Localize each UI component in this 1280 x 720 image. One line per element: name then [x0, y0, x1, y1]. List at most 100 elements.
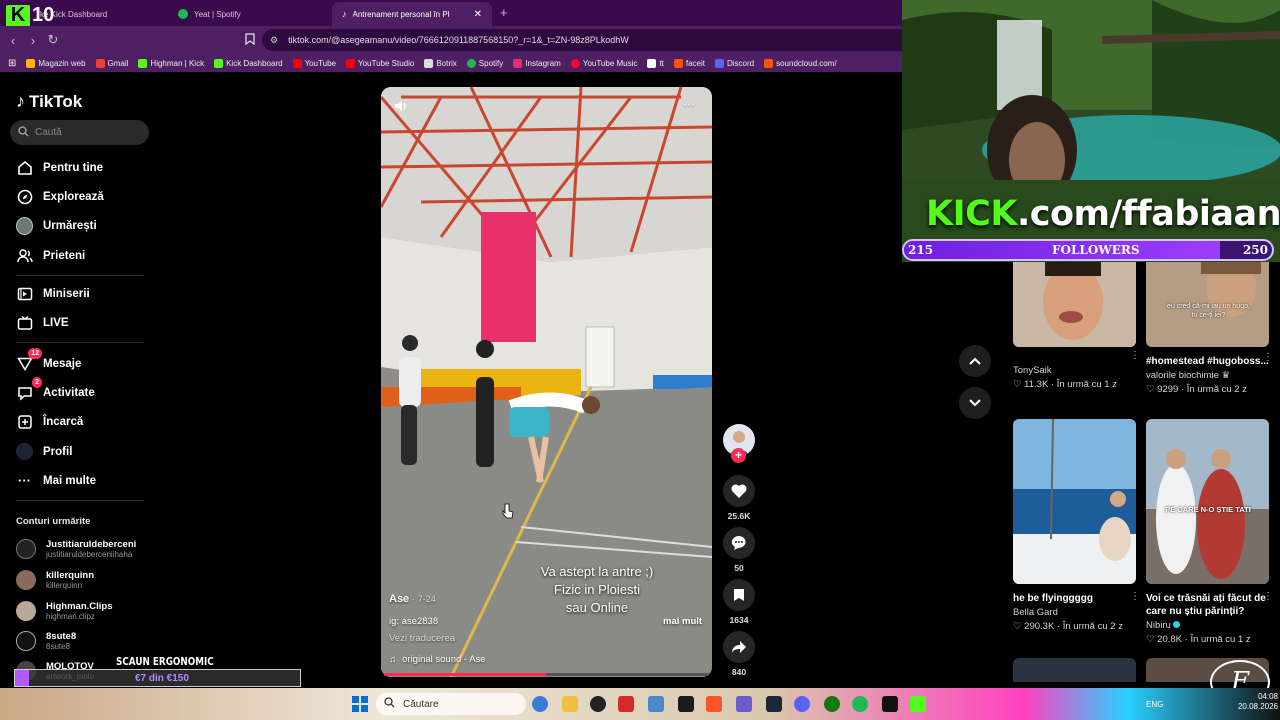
taskbar-search[interactable]: Căutare [376, 693, 526, 715]
back-icon[interactable]: ‹ [3, 33, 23, 48]
language-indicator[interactable]: ENG [1146, 700, 1163, 709]
windows-start-icon[interactable] [352, 696, 368, 712]
bookmark-icon[interactable] [240, 32, 260, 48]
search-input[interactable]: Caută [10, 120, 149, 145]
app-icon[interactable] [648, 696, 664, 712]
steam-icon[interactable] [766, 696, 782, 712]
nav-activity[interactable]: 2 Activitate [16, 377, 95, 401]
following-account[interactable]: killerquinn killerquinn [16, 570, 94, 590]
new-tab-button[interactable]: + [500, 5, 508, 20]
nav-upload[interactable]: Încarcă [16, 413, 83, 430]
app-icon[interactable] [618, 696, 634, 712]
video-thumbnail[interactable] [1013, 262, 1136, 347]
app-icon[interactable] [910, 696, 926, 712]
file-explorer-icon[interactable] [562, 696, 578, 712]
related-video-card[interactable]: PE CARE N-O ȘTIE TATI Voi ce trăsnăi ați… [1146, 419, 1273, 645]
address-bar[interactable]: ⚙ tiktok.com/@asegeamanu/video/766612091… [262, 29, 902, 51]
nav-explore[interactable]: Explorează [16, 188, 104, 205]
related-title[interactable]: Voi ce trăsnăi ați făcut de care nu știu… [1146, 592, 1269, 618]
nav-friends[interactable]: Prieteni [16, 247, 85, 264]
heart-outline-icon: ♡ [1013, 379, 1022, 390]
nav-following[interactable]: Urmărești [16, 216, 97, 235]
bookmark-item[interactable]: tt [647, 58, 664, 68]
next-video-button[interactable] [959, 387, 991, 419]
related-thumbnail-partial[interactable] [1013, 658, 1136, 682]
app-icon[interactable] [736, 696, 752, 712]
spotify-icon[interactable] [852, 696, 868, 712]
brave-browser-icon[interactable] [706, 696, 722, 712]
bookmark-item[interactable]: Botrix [424, 58, 457, 68]
nav-for-you[interactable]: Pentru tine [16, 159, 103, 176]
reload-icon[interactable]: ↻ [43, 32, 63, 48]
related-author[interactable]: valorile biochimie ♛ [1146, 370, 1269, 381]
apps-grid-icon[interactable]: ⊞ [8, 58, 16, 69]
related-more-icon[interactable]: ⋮ [1263, 352, 1273, 363]
nav-profile[interactable]: Profil [16, 443, 72, 460]
related-author[interactable]: TonySaik [1013, 365, 1136, 376]
nav-live[interactable]: LIVE [16, 314, 69, 331]
bookmark-item[interactable]: Magazin web [26, 58, 86, 68]
video-author[interactable]: Ase [389, 593, 409, 605]
related-author-line[interactable]: Nibiru [1146, 620, 1269, 631]
like-action[interactable]: 25.6K [723, 475, 755, 521]
bookmark-item[interactable]: YouTube Music [570, 58, 637, 68]
see-more-link[interactable]: mai mult [663, 616, 702, 627]
bookmark-item[interactable]: soundcloud.com/ [764, 58, 837, 68]
follow-author-button[interactable]: + [731, 448, 746, 463]
app-icon[interactable] [590, 696, 606, 712]
tab-tiktok-video[interactable]: ♪ Antrenament personal în Ploi ✕ [332, 2, 492, 26]
tiktok-logo[interactable]: ♪ TikTok [16, 91, 82, 112]
comment-action[interactable]: 50 [723, 527, 755, 573]
see-translation-link[interactable]: Vezi traducerea [389, 633, 455, 644]
bookmark-item[interactable]: Spotify [466, 58, 503, 68]
volume-icon[interactable] [394, 99, 408, 116]
bookmark-item[interactable]: YouTube Studio [346, 58, 414, 68]
video-more-options-icon[interactable]: ··· [683, 97, 695, 111]
nav-messages[interactable]: 12 Mesaje [16, 348, 81, 372]
share-action[interactable]: 840 [723, 631, 755, 677]
related-video-card[interactable]: he be flyinggggg Bella Gard ♡ 290.3K · Î… [1013, 419, 1140, 632]
xbox-icon[interactable] [824, 696, 840, 712]
bookmark-save-icon[interactable] [723, 579, 755, 611]
video-sound[interactable]: ♫ original sound - Ase [389, 654, 486, 665]
chevron-down-icon [969, 399, 981, 407]
following-account[interactable]: 8sute8 8sute8 [16, 631, 76, 651]
bookmark-item[interactable]: Discord [714, 58, 754, 68]
video-progress-bar[interactable] [384, 673, 709, 676]
video-thumbnail[interactable] [1013, 419, 1136, 584]
video-thumbnail[interactable]: eu cred că-mi iau un hugo, tu ce-ți iei? [1146, 262, 1269, 347]
bookmark-item[interactable]: Kick Dashboard [214, 58, 283, 68]
comment-icon[interactable] [723, 527, 755, 559]
related-video-card[interactable]: TonySaik ♡ 11.3K · În urmă cu 1 z ⋮ [1013, 262, 1140, 390]
following-account[interactable]: Justitiaruldeberceni justitiaruldeberceni… [16, 539, 136, 559]
related-author[interactable]: Bella Gard [1013, 607, 1136, 618]
nav-more[interactable]: ··· Mai multe [16, 472, 96, 489]
video-thumbnail[interactable]: PE CARE N-O ȘTIE TATI [1146, 419, 1269, 584]
tab-spotify[interactable]: Yeat | Spotify [168, 2, 332, 26]
discord-icon[interactable] [794, 696, 810, 712]
related-video-card[interactable]: eu cred că-mi iau un hugo, tu ce-ți iei?… [1146, 262, 1273, 395]
bookmark-item[interactable]: faceit [673, 58, 705, 68]
share-icon[interactable] [723, 631, 755, 663]
app-icon[interactable] [678, 696, 694, 712]
bookmark-item[interactable]: Gmail [95, 58, 128, 68]
related-more-icon[interactable]: ⋮ [1130, 591, 1140, 602]
related-more-icon[interactable]: ⋮ [1130, 350, 1140, 361]
forward-icon[interactable]: › [23, 33, 43, 48]
save-action[interactable]: 1634 [723, 579, 755, 625]
related-title[interactable]: he be flyinggggg [1013, 592, 1136, 605]
site-info-icon[interactable]: ⚙ [270, 35, 278, 46]
related-title[interactable]: #homestead #hugoboss... [1146, 355, 1269, 368]
heart-icon[interactable] [723, 475, 755, 507]
bookmark-item[interactable]: Instagram [513, 58, 561, 68]
previous-video-button[interactable] [959, 345, 991, 377]
app-icon[interactable] [532, 696, 548, 712]
following-account[interactable]: Highman.Clips highman.clipz [16, 601, 113, 621]
nav-miniseries[interactable]: Miniserii [16, 285, 90, 302]
taskbar-clock[interactable]: 04:08 20.08.2026 [1222, 692, 1278, 712]
close-tab-icon[interactable]: ✕ [474, 9, 482, 20]
bookmark-item[interactable]: YouTube [292, 58, 336, 68]
app-icon[interactable] [882, 696, 898, 712]
bookmark-item[interactable]: Highman | Kick [138, 58, 204, 68]
related-more-icon[interactable]: ⋮ [1263, 591, 1273, 602]
